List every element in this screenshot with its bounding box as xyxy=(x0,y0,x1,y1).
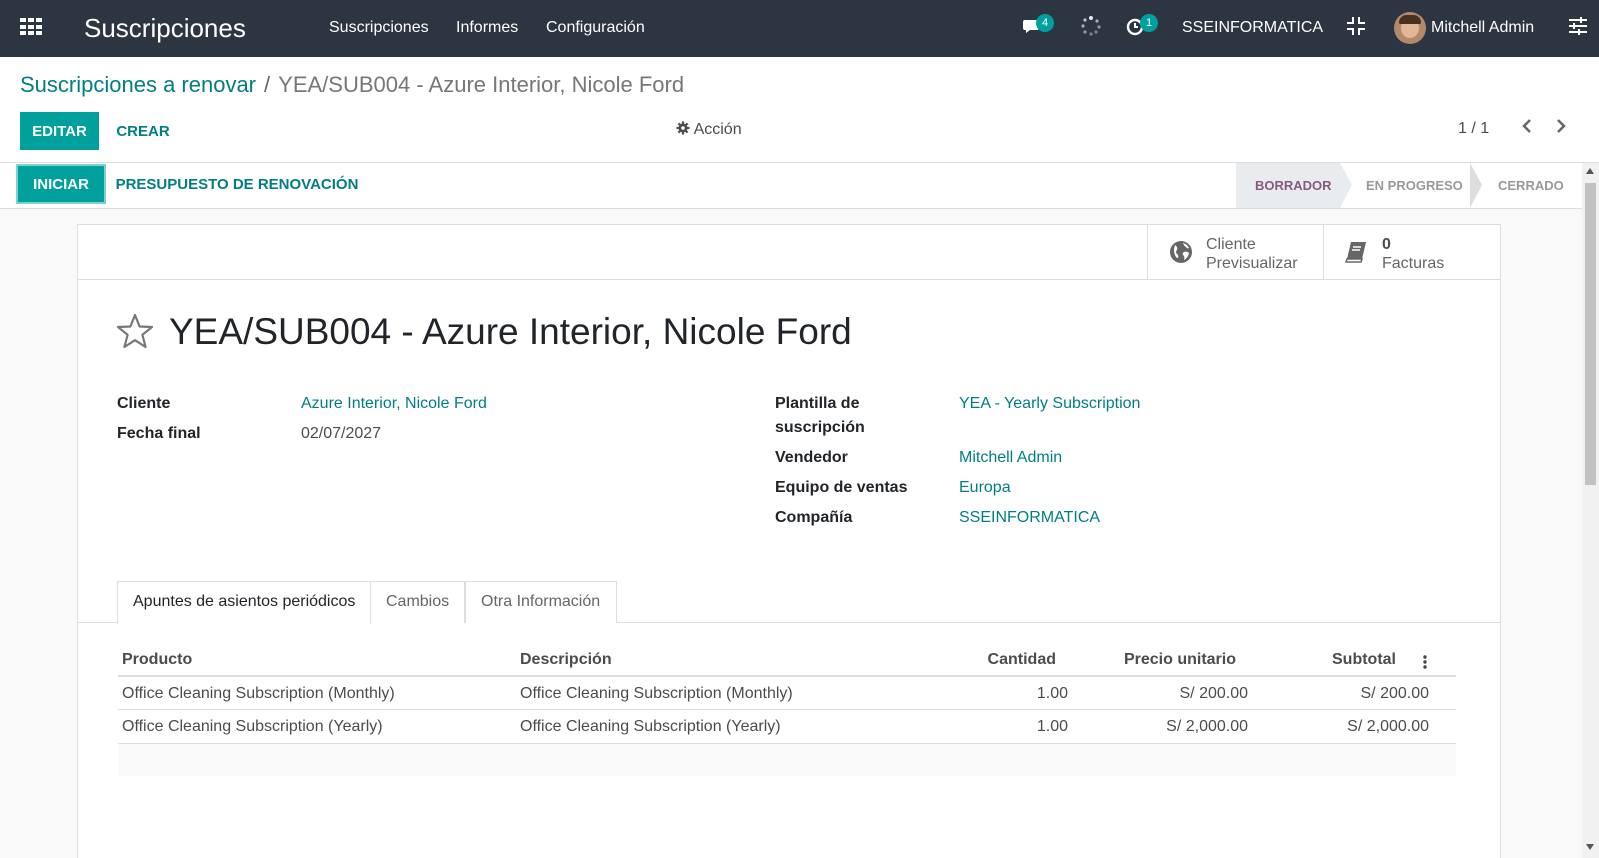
invoices-count: 0 xyxy=(1382,236,1391,253)
template-label: Plantilla de suscripción xyxy=(775,392,865,440)
settings-sliders-icon[interactable] xyxy=(1568,15,1588,41)
activities-badge: 1 xyxy=(1140,14,1158,32)
record-title: YEA/SUB004 - Azure Interior, Nicole Ford xyxy=(169,311,852,352)
customer-preview-line1: Cliente xyxy=(1206,236,1256,253)
gear-icon xyxy=(676,121,690,135)
invoices-text: 0 Facturas xyxy=(1382,235,1444,273)
cell-product: Office Cleaning Subscription (Yearly) xyxy=(122,718,383,735)
customer-preview-line2: Previsualizar xyxy=(1206,255,1298,272)
customer-preview-button[interactable]: Cliente Previsualizar xyxy=(1147,225,1323,279)
stage-arrow-2 xyxy=(1470,163,1482,208)
menu-informes[interactable]: Informes xyxy=(456,19,518,37)
status-bar: INICIAR PRESUPUESTO DE RENOVACIÓN BORRAD… xyxy=(0,163,1582,209)
pager-value[interactable]: 1 / 1 xyxy=(1458,120,1489,138)
tab-changes[interactable]: Cambios xyxy=(371,581,465,623)
smart-button-box: Cliente Previsualizar 0 Facturas xyxy=(78,225,1500,280)
end-date-label: Fecha final xyxy=(117,425,201,442)
globe-icon xyxy=(1170,241,1192,263)
cell-quantity: 1.00 xyxy=(1036,685,1068,702)
column-header-subtotal[interactable]: Subtotal xyxy=(1268,645,1396,675)
stage-cerrado[interactable]: CERRADO xyxy=(1498,163,1578,208)
cell-description: Office Cleaning Subscription (Yearly) xyxy=(520,718,781,735)
favorite-star-icon[interactable] xyxy=(116,313,154,354)
sales-team-label: Equipo de ventas xyxy=(775,479,908,496)
breadcrumb: Suscripciones a renovar / YEA/SUB004 - Azu… xyxy=(20,72,684,98)
user-menu[interactable]: Mitchell Admin xyxy=(1431,19,1534,37)
cell-product: Office Cleaning Subscription (Monthly) xyxy=(122,685,395,702)
edit-button[interactable]: EDITAR xyxy=(20,112,99,150)
cell-quantity: 1.00 xyxy=(1036,718,1068,735)
stage-borrador[interactable]: BORRADOR xyxy=(1236,163,1340,208)
sales-team-link[interactable]: Europa xyxy=(959,476,1011,500)
invoices-button[interactable]: 0 Facturas xyxy=(1323,225,1500,279)
menu-configuracion[interactable]: Configuración xyxy=(546,19,645,37)
book-icon xyxy=(1344,242,1366,263)
invoices-label: Facturas xyxy=(1382,255,1445,272)
menu-suscripciones[interactable]: Suscripciones xyxy=(329,19,429,37)
cell-unit-price: S/ 2,000.00 xyxy=(1166,718,1248,735)
start-button[interactable]: INICIAR xyxy=(18,166,104,202)
table-row[interactable]: Office Cleaning Subscription (Monthly) O… xyxy=(118,675,1456,709)
template-label-line2: suscripción xyxy=(775,419,865,436)
pager-previous-icon[interactable] xyxy=(1520,117,1534,140)
cell-unit-price: S/ 200.00 xyxy=(1179,685,1249,702)
scroll-thumb[interactable] xyxy=(1585,183,1596,485)
renewal-quote-button[interactable]: PRESUPUESTO DE RENOVACIÓN xyxy=(112,166,362,202)
column-header-product[interactable]: Producto xyxy=(122,645,192,675)
table-row[interactable]: Office Cleaning Subscription (Yearly) Of… xyxy=(118,709,1456,743)
tab-other-info[interactable]: Otra Información xyxy=(465,581,617,623)
action-dropdown[interactable]: Acción xyxy=(676,121,742,139)
column-header-quantity[interactable]: Cantidad xyxy=(918,645,1056,675)
template-link[interactable]: YEA - Yearly Subscription xyxy=(959,392,1140,416)
cell-subtotal: S/ 2,000.00 xyxy=(1347,718,1429,735)
cell-subtotal: S/ 200.00 xyxy=(1360,685,1430,702)
messages-badge: 4 xyxy=(1036,14,1054,32)
control-panel: Suscripciones a renovar / YEA/SUB004 - Azu… xyxy=(0,57,1599,163)
end-date-value: 02/07/2027 xyxy=(301,425,382,442)
column-header-unit-price[interactable]: Precio unitario xyxy=(1088,645,1236,675)
vertical-scrollbar[interactable] xyxy=(1582,163,1599,858)
scroll-down-icon[interactable] xyxy=(1586,844,1594,850)
company-link[interactable]: SSEINFORMATICA xyxy=(959,506,1100,530)
company-label: Compañía xyxy=(775,509,853,526)
apps-menu-icon[interactable] xyxy=(20,18,42,36)
pager-next-icon[interactable] xyxy=(1554,117,1568,140)
form-sheet: Cliente Previsualizar 0 Facturas YEA/SUB… xyxy=(77,224,1501,858)
notebook-tabs: Apuntes de asientos periódicos Cambios O… xyxy=(78,581,1500,624)
create-button[interactable]: CREAR xyxy=(108,112,178,150)
template-label-line1: Plantilla de xyxy=(775,395,860,412)
salesperson-label: Vendedor xyxy=(775,449,848,466)
customer-link[interactable]: Azure Interior, Nicole Ford xyxy=(301,392,487,416)
fullscreen-collapse-icon[interactable] xyxy=(1345,15,1367,41)
scroll-up-icon[interactable] xyxy=(1586,168,1594,174)
table-empty-row xyxy=(118,743,1456,776)
app-title[interactable]: Suscripciones xyxy=(84,13,246,44)
cell-description: Office Cleaning Subscription (Monthly) xyxy=(520,685,793,702)
customer-label: Cliente xyxy=(117,395,171,412)
customer-preview-text: Cliente Previsualizar xyxy=(1206,235,1298,273)
company-switcher[interactable]: SSEINFORMATICA xyxy=(1182,19,1323,37)
top-navbar: Suscripciones Suscripciones Informes Con… xyxy=(0,0,1599,57)
user-avatar[interactable] xyxy=(1394,12,1426,44)
action-label: Acción xyxy=(693,121,742,138)
salesperson-link[interactable]: Mitchell Admin xyxy=(959,446,1062,470)
stage-arrow-1 xyxy=(1340,163,1352,208)
tab-recurring-lines[interactable]: Apuntes de asientos periódicos xyxy=(117,581,372,624)
breadcrumb-parent-link[interactable]: Suscripciones a renovar xyxy=(20,72,256,97)
stage-en-progreso[interactable]: EN PROGRESO xyxy=(1366,163,1476,208)
column-header-description[interactable]: Descripción xyxy=(520,645,612,675)
breadcrumb-separator: / xyxy=(264,72,271,97)
breadcrumb-current: YEA/SUB004 - Azure Interior, Nicole Ford xyxy=(278,72,685,97)
loading-spinner-icon xyxy=(1080,15,1102,41)
